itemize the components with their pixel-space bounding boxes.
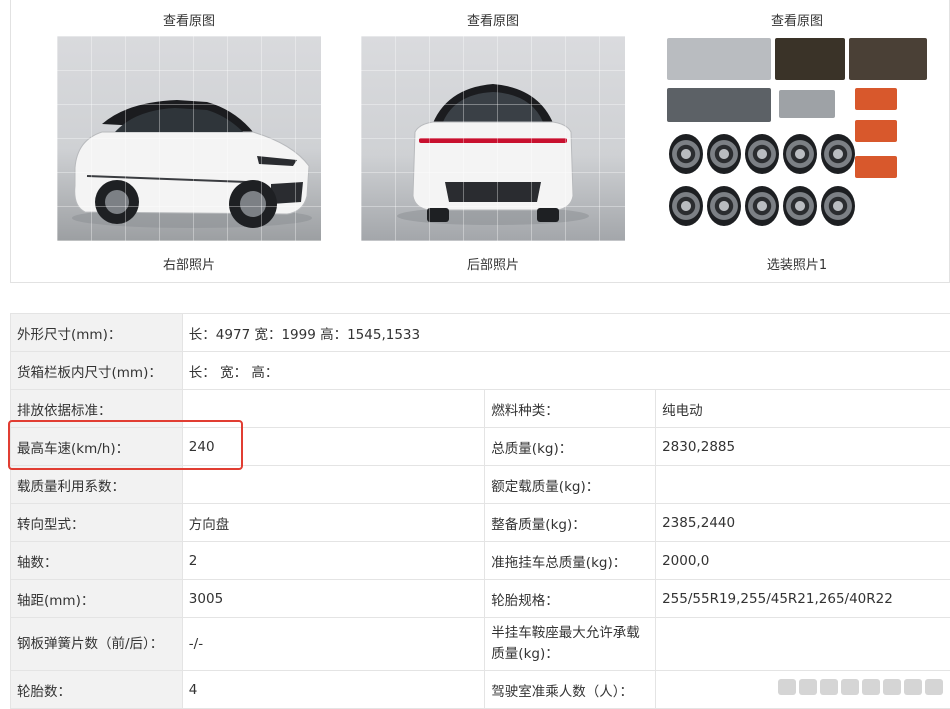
spec-value-gross-mass: 2830,2885 [655, 427, 950, 466]
vehicle-spec-table: 外形尺寸(mm)： 长：4977 宽：1999 高：1545,1533 货箱栏板… [10, 313, 950, 709]
table-row: 载质量利用系数： 额定载质量(kg)： [10, 465, 950, 504]
spec-label-cab-seats: 驾驶室准乘人数（人）： [484, 670, 657, 709]
spec-label-emission-standard: 排放依据标准： [10, 389, 183, 428]
spec-value-curb-mass: 2385,2440 [655, 503, 950, 542]
spec-value-saddle-load [655, 617, 950, 671]
view-original-link-3[interactable]: 查看原图 [697, 10, 897, 29]
watermark [778, 677, 943, 697]
spec-label-leaf-springs: 钢板弹簧片数（前/后）： [10, 617, 183, 671]
table-row: 轴数： 2 准拖挂车总质量(kg)： 2000,0 [10, 541, 950, 580]
spec-value-max-speed: 240 [181, 427, 486, 466]
spec-label-cargo-box-size: 货箱栏板内尺寸(mm)： [10, 351, 183, 390]
right-side-photo[interactable] [57, 36, 321, 241]
spec-value-fuel-type: 纯电动 [655, 389, 950, 428]
spec-label-axle-count: 轴数： [10, 541, 183, 580]
table-row: 排放依据标准： 燃料种类： 纯电动 [10, 389, 950, 428]
spec-label-tire-spec: 轮胎规格： [484, 579, 657, 618]
spec-label-dimensions: 外形尺寸(mm)： [10, 313, 183, 352]
view-original-link-1[interactable]: 查看原图 [89, 10, 289, 29]
rear-photo[interactable] [361, 36, 625, 241]
table-row: 轴距(mm)： 3005 轮胎规格： 255/55R19,255/45R21,2… [10, 579, 950, 618]
spec-value-tire-count: 4 [181, 670, 486, 709]
photo-caption-right: 右部照片 [162, 258, 215, 273]
spec-value-tire-spec: 255/55R19,255/45R21,265/40R22 [655, 579, 950, 618]
table-row: 转向型式： 方向盘 整备质量(kg)： 2385,2440 [10, 503, 950, 542]
spec-value-wheelbase: 3005 [181, 579, 486, 618]
spec-label-fuel-type: 燃料种类： [484, 389, 657, 428]
photo-caption-option: 选装照片1 [766, 258, 828, 273]
spec-label-tire-count: 轮胎数： [10, 670, 183, 709]
spec-label-trailer-mass: 准拖挂车总质量(kg)： [484, 541, 657, 580]
spec-value-steering-type: 方向盘 [181, 503, 486, 542]
table-row: 最高车速(km/h)： 240 总质量(kg)： 2830,2885 [10, 427, 950, 466]
option-photo-collage[interactable] [665, 36, 929, 241]
spec-label-gross-mass: 总质量(kg)： [484, 427, 657, 466]
photo-caption-rear: 后部照片 [466, 258, 519, 273]
spec-value-axle-count: 2 [181, 541, 486, 580]
table-row: 货箱栏板内尺寸(mm)： 长： 宽： 高： [10, 351, 950, 390]
spec-value-leaf-springs: -/- [181, 617, 486, 671]
table-row: 钢板弹簧片数（前/后）： -/- 半挂车鞍座最大允许承载质量(kg)： [10, 617, 950, 671]
table-row: 外形尺寸(mm)： 长：4977 宽：1999 高：1545,1533 [10, 313, 950, 352]
spec-value-load-factor [181, 465, 486, 504]
spec-label-steering-type: 转向型式： [10, 503, 183, 542]
spec-label-curb-mass: 整备质量(kg)： [484, 503, 657, 542]
spec-label-saddle-load: 半挂车鞍座最大允许承载质量(kg)： [484, 617, 657, 671]
spec-label-max-speed: 最高车速(km/h)： [10, 427, 183, 466]
spec-value-dimensions: 长：4977 宽：1999 高：1545,1533 [181, 313, 950, 352]
photo-gallery: 查看原图 查看原图 查看原图 右部照片 后部照片 选装照片1 [10, 0, 950, 283]
spec-label-wheelbase: 轴距(mm)： [10, 579, 183, 618]
spec-label-rated-load: 额定载质量(kg)： [484, 465, 657, 504]
spec-value-trailer-mass: 2000,0 [655, 541, 950, 580]
spec-label-load-factor: 载质量利用系数： [10, 465, 183, 504]
spec-value-rated-load [655, 465, 950, 504]
spec-value-cargo-box-size: 长： 宽： 高： [181, 351, 950, 390]
view-original-link-2[interactable]: 查看原图 [393, 10, 593, 29]
spec-value-emission-standard [181, 389, 486, 428]
